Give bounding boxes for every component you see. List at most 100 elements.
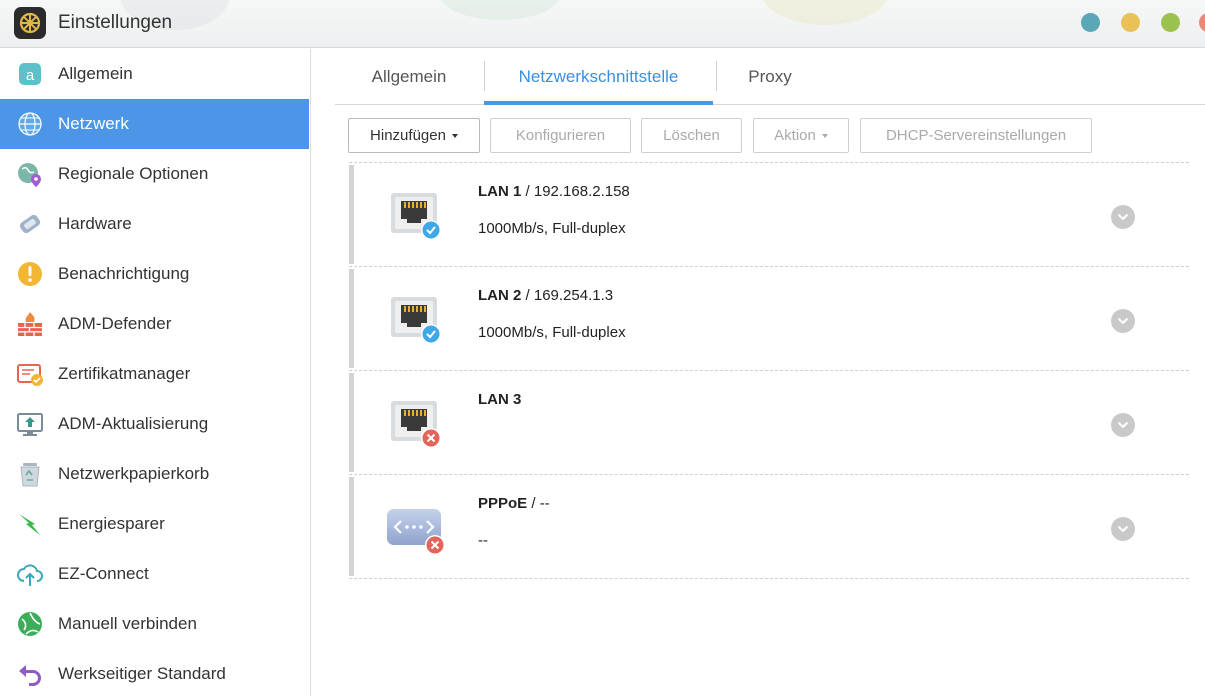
update-icon (16, 410, 44, 438)
row-indicator-bar (349, 373, 354, 472)
close-button[interactable] (1199, 13, 1205, 32)
interface-address: / -- (527, 495, 550, 512)
restore-button[interactable] (1161, 13, 1180, 32)
interface-row-lan2[interactable]: LAN 2 / 169.254.1.3 1000Mb/s, Full-duple… (349, 267, 1189, 371)
background-decoration (440, 0, 560, 20)
reset-icon (16, 660, 44, 688)
tab-netzwerkschnittstelle[interactable]: Netzwerkschnittstelle (484, 49, 713, 105)
svg-text:a: a (26, 67, 35, 84)
chevron-down-icon (1117, 525, 1129, 533)
energy-icon (16, 510, 44, 538)
sidebar: a Allgemein Netzwerk Regionale Optionen … (0, 49, 311, 696)
interface-name: LAN 1 (478, 183, 522, 200)
sidebar-item-manuell-verbinden[interactable]: Manuell verbinden (0, 599, 309, 649)
interface-name: LAN 3 (478, 391, 522, 408)
sidebar-item-hardware[interactable]: Hardware (0, 199, 309, 249)
ethernet-port-icon (387, 295, 445, 347)
configure-button[interactable]: Konfigurieren (490, 118, 631, 153)
expand-button[interactable] (1111, 413, 1135, 437)
interface-detail: 1000Mb/s, Full-duplex (478, 324, 626, 341)
title-bar: Einstellungen (0, 0, 1205, 48)
chevron-down-icon (451, 133, 458, 138)
settings-app-icon (14, 7, 46, 39)
sidebar-item-label: Hardware (58, 214, 132, 233)
sidebar-item-label: ADM-Aktualisierung (58, 414, 209, 433)
row-indicator-bar (349, 165, 354, 264)
pppoe-icon (387, 503, 445, 555)
expand-button[interactable] (1111, 205, 1135, 229)
interface-address: / 169.254.1.3 (521, 287, 614, 304)
connect-icon (16, 610, 44, 638)
sidebar-item-allgemein[interactable]: a Allgemein (0, 49, 309, 99)
sidebar-item-label: Werkseitiger Standard (58, 664, 226, 683)
sidebar-item-netzwerkpapierkorb[interactable]: Netzwerkpapierkorb (0, 449, 309, 499)
recycle-bin-icon (16, 460, 44, 488)
delete-button[interactable]: Löschen (641, 118, 742, 153)
sidebar-item-label: Manuell verbinden (58, 614, 197, 633)
interface-name-line: LAN 1 / 192.168.2.158 (478, 183, 630, 200)
cloud-upload-icon (16, 560, 44, 588)
tab-proxy[interactable]: Proxy (717, 49, 823, 104)
action-button[interactable]: Aktion (753, 118, 849, 153)
sidebar-item-regionale-optionen[interactable]: Regionale Optionen (0, 149, 309, 199)
expand-button[interactable] (1111, 517, 1135, 541)
row-indicator-bar (349, 477, 354, 576)
sidebar-item-label: Benachrichtigung (58, 264, 190, 283)
sidebar-item-werkseitiger-standard[interactable]: Werkseitiger Standard (0, 649, 309, 696)
maximize-button[interactable] (1121, 13, 1140, 32)
certificate-icon (16, 360, 44, 388)
add-button[interactable]: Hinzufügen (348, 118, 480, 153)
delete-button-label: Löschen (663, 127, 720, 144)
chevron-down-icon (1117, 421, 1129, 429)
chevron-down-icon (821, 133, 828, 138)
interface-name-line: PPPoE / -- (478, 495, 550, 512)
interface-name-line: LAN 2 / 169.254.1.3 (478, 287, 613, 304)
sidebar-item-zertifikatmanager[interactable]: Zertifikatmanager (0, 349, 309, 399)
dhcp-settings-button[interactable]: DHCP-Servereinstellungen (860, 118, 1092, 153)
expand-button[interactable] (1111, 309, 1135, 333)
sidebar-item-ez-connect[interactable]: EZ-Connect (0, 549, 309, 599)
interface-detail: 1000Mb/s, Full-duplex (478, 220, 626, 237)
sidebar-item-energiesparer[interactable]: Energiesparer (0, 499, 309, 549)
hardware-icon (16, 210, 44, 238)
sidebar-item-label: EZ-Connect (58, 564, 149, 583)
interface-row-pppoe[interactable]: PPPoE / -- -- (349, 475, 1189, 579)
sidebar-item-label: ADM-Defender (58, 314, 172, 333)
interface-name: PPPoE (478, 495, 528, 512)
interface-row-lan3[interactable]: LAN 3 (349, 371, 1189, 475)
globe-icon (16, 110, 44, 138)
sidebar-item-label: Energiesparer (58, 514, 165, 533)
notification-icon (16, 260, 44, 288)
interface-name: LAN 2 (478, 287, 522, 304)
tab-allgemein[interactable]: Allgemein (335, 49, 483, 104)
firewall-icon (16, 310, 44, 338)
general-icon: a (16, 60, 44, 88)
add-button-label: Hinzufügen (370, 127, 446, 144)
ethernet-port-icon (387, 191, 445, 243)
row-indicator-bar (349, 269, 354, 368)
sidebar-item-adm-defender[interactable]: ADM-Defender (0, 299, 309, 349)
interface-row-lan1[interactable]: LAN 1 / 192.168.2.158 1000Mb/s, Full-dup… (349, 163, 1189, 267)
sidebar-item-label: Regionale Optionen (58, 164, 209, 183)
background-decoration (760, 0, 890, 25)
region-icon (16, 160, 44, 188)
ethernet-port-icon (387, 399, 445, 451)
sidebar-item-benachrichtigung[interactable]: Benachrichtigung (0, 249, 309, 299)
tab-bar: Allgemein Netzwerkschnittstelle Proxy (335, 49, 1205, 105)
sidebar-item-adm-aktualisierung[interactable]: ADM-Aktualisierung (0, 399, 309, 449)
sidebar-item-label: Netzwerk (58, 114, 129, 133)
window-title: Einstellungen (58, 12, 173, 33)
chevron-down-icon (1117, 213, 1129, 221)
interface-name-line: LAN 3 (478, 391, 521, 408)
minimize-button[interactable] (1081, 13, 1100, 32)
sidebar-item-label: Zertifikatmanager (58, 364, 191, 383)
dhcp-settings-button-label: DHCP-Servereinstellungen (885, 127, 1067, 144)
sidebar-item-netzwerk[interactable]: Netzwerk (0, 99, 309, 149)
action-button-label: Aktion (774, 127, 816, 144)
configure-button-label: Konfigurieren (515, 127, 606, 144)
interface-address: / 192.168.2.158 (521, 183, 630, 200)
chevron-down-icon (1117, 317, 1129, 325)
sidebar-item-label: Netzwerkpapierkorb (58, 464, 210, 483)
interface-detail: -- (478, 532, 488, 549)
sidebar-item-label: Allgemein (58, 64, 133, 83)
